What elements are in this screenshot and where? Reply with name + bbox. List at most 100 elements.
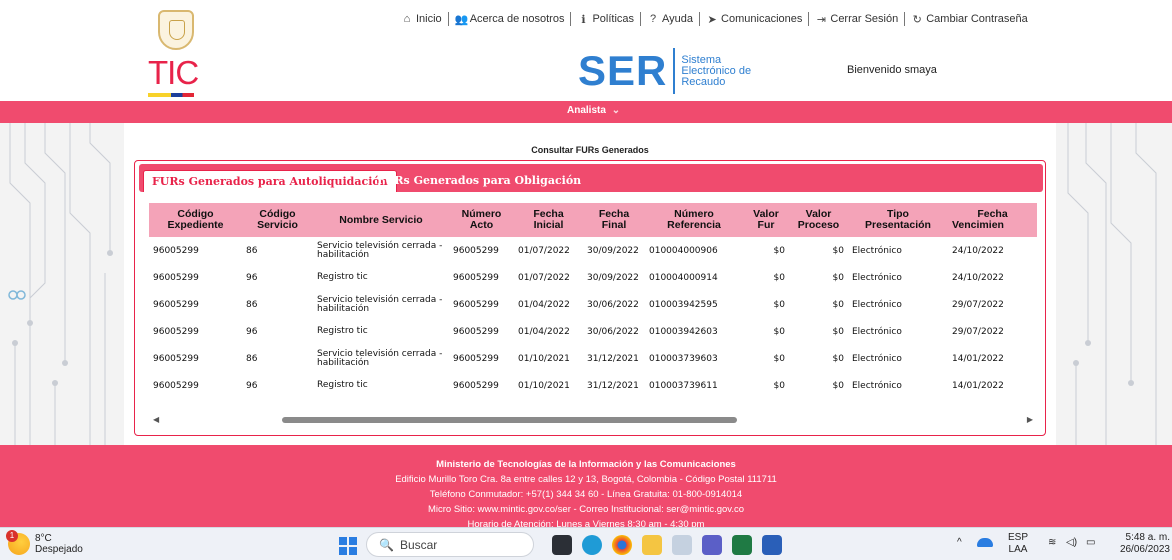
tray-overflow-icon[interactable]: ^ bbox=[957, 537, 962, 548]
horizontal-scrollbar[interactable]: ◀ ▶ bbox=[149, 414, 1037, 426]
col-fecha-inicial[interactable]: Fecha Inicial bbox=[514, 203, 583, 237]
table-cell: Electrónico bbox=[852, 272, 902, 283]
footer-microsite: Micro Sitio: www.mintic.gov.co/ser - Cor… bbox=[427, 504, 745, 515]
furs-table-scroll[interactable]: Código Expediente Código Servicio Nombre S… bbox=[149, 203, 1037, 413]
nav-ayuda[interactable]: ? Ayuda bbox=[641, 13, 699, 25]
table-cell: 96005299 bbox=[453, 380, 499, 391]
table-cell: 01/07/2022 bbox=[518, 245, 570, 256]
battery-icon[interactable]: ▭ bbox=[1086, 537, 1095, 548]
wifi-icon[interactable]: ≋ bbox=[1048, 537, 1056, 548]
table-cell: 01/07/2022 bbox=[518, 272, 570, 283]
tic-logo[interactable]: TIC bbox=[148, 10, 208, 97]
col-valor-proceso[interactable]: Valor Proceso bbox=[789, 203, 848, 237]
table-cell: 010003942595 bbox=[649, 299, 718, 310]
weather-desc: Despejado bbox=[35, 544, 83, 555]
table-cell: $0 bbox=[832, 326, 844, 337]
language-indicator[interactable]: ESP LAA bbox=[1008, 532, 1028, 556]
col-nombre-servicio[interactable]: Nombre Servicio bbox=[313, 203, 449, 237]
nav-acerca[interactable]: 👥 Acerca de nosotros bbox=[449, 13, 571, 26]
table-cell: $0 bbox=[832, 353, 844, 364]
table-cell: Electrónico bbox=[852, 245, 902, 256]
nav-cambiar-contrasena[interactable]: ↻ Cambiar Contraseña bbox=[905, 13, 1034, 26]
taskbar-search[interactable]: 🔍 Buscar bbox=[366, 532, 534, 557]
table-cell: 96005299 bbox=[153, 326, 199, 337]
cloud-icon[interactable] bbox=[977, 538, 993, 547]
home-icon: ⌂ bbox=[403, 13, 411, 25]
nav-cerrar-sesion[interactable]: ⇥ Cerrar Sesión bbox=[809, 13, 904, 26]
table-cell: 01/04/2022 bbox=[518, 326, 570, 337]
coat-of-arms-icon bbox=[158, 10, 194, 50]
table-row[interactable]: 96005299 96 Registro tic 96005299 01/10/2021… bbox=[149, 372, 1037, 399]
weather-widget[interactable]: 1 8°C Despejado bbox=[6, 530, 83, 555]
snipping-tool-icon[interactable] bbox=[672, 535, 692, 555]
col-tipo-presentacion[interactable]: Tipo Presentación bbox=[848, 203, 948, 237]
weather-temp: 8°C bbox=[35, 533, 52, 544]
edge-browser-icon[interactable] bbox=[582, 535, 602, 555]
teams-icon[interactable] bbox=[702, 535, 722, 555]
footer-address: Edificio Murillo Toro Cra. 8a entre call… bbox=[395, 474, 777, 485]
top-navigation: ⌂ Inicio 👥 Acerca de nosotros ℹ Políticas ?… bbox=[395, 10, 1034, 28]
table-cell: 010004000914 bbox=[649, 272, 718, 283]
table-cell: $0 bbox=[832, 299, 844, 310]
table-row[interactable]: 96005299 96 Registro tic 96005299 01/07/2022… bbox=[149, 264, 1037, 291]
logout-icon: ⇥ bbox=[816, 13, 826, 26]
col-codigo-expediente[interactable]: Código Expediente bbox=[149, 203, 242, 237]
scroll-right-icon[interactable]: ▶ bbox=[1027, 415, 1033, 424]
nav-politicas[interactable]: ℹ Políticas bbox=[571, 13, 640, 26]
table-cell: 30/06/2022 bbox=[587, 326, 639, 337]
col-valor-fur[interactable]: Valor Fur bbox=[743, 203, 789, 237]
tab-autoliquidacion[interactable]: FURs Generados para Autoliquidación bbox=[143, 170, 397, 192]
table-cell: 14/01/2022 bbox=[952, 380, 1004, 391]
tab-obligacion[interactable]: FURs Generados para Obligación bbox=[369, 170, 589, 192]
table-cell: 96005299 bbox=[453, 326, 499, 337]
table-cell: 96005299 bbox=[453, 272, 499, 283]
nav-inicio[interactable]: ⌂ Inicio bbox=[395, 13, 448, 25]
role-menu-analista[interactable]: Analista ⌄ bbox=[567, 105, 620, 116]
footer-phone: Teléfono Conmutador: +57(1) 344 34 60 - … bbox=[429, 489, 743, 500]
col-fecha-final[interactable]: Fecha Final bbox=[583, 203, 645, 237]
footer-hours: Horario de Atención: Lunes a Viernes 8:3… bbox=[467, 519, 705, 527]
col-numero-acto[interactable]: Número Acto bbox=[449, 203, 514, 237]
table-header-row: Código Expediente Código Servicio Nombre S… bbox=[149, 203, 1037, 237]
table-cell: $0 bbox=[773, 299, 785, 310]
scrollbar-thumb[interactable] bbox=[282, 417, 737, 423]
nav-comunicaciones[interactable]: ➤ Comunicaciones bbox=[700, 13, 808, 26]
volume-icon[interactable]: ◁) bbox=[1066, 537, 1077, 548]
site-footer: Ministerio de Tecnologías de la Informac… bbox=[0, 445, 1172, 527]
table-cell: Electrónico bbox=[852, 353, 902, 364]
table-row[interactable]: 96005299 86 Servicio televisión cerrada - … bbox=[149, 237, 1037, 264]
site-header: TIC ⌂ Inicio 👥 Acerca de nosotros ℹ Polític… bbox=[0, 0, 1172, 101]
col-numero-referencia[interactable]: Número Referencia bbox=[645, 203, 743, 237]
circuit-background-right bbox=[1056, 123, 1172, 445]
windows-start-icon[interactable] bbox=[339, 537, 357, 555]
table-cell: 96005299 bbox=[153, 299, 199, 310]
table-cell: 86 bbox=[246, 245, 258, 256]
main-content: Consultar FURs Generados FURs Generados … bbox=[124, 123, 1056, 445]
chrome-browser-icon[interactable] bbox=[612, 535, 632, 555]
ser-brand-logo: SER Sistema Electrónico de Recaudo bbox=[578, 48, 771, 94]
table-cell: 31/12/2021 bbox=[587, 380, 639, 391]
table-row[interactable]: 96005299 86 Servicio televisión cerrada - … bbox=[149, 291, 1037, 318]
clock[interactable]: 5:48 a. m. 26/06/2023 bbox=[1116, 532, 1170, 556]
tab-bar: FURs Generados para Autoliquidación FURs… bbox=[139, 164, 1043, 192]
circuit-pattern-icon bbox=[8, 123, 113, 445]
table-cell: 01/10/2021 bbox=[518, 353, 570, 364]
browser-page: TIC ⌂ Inicio 👥 Acerca de nosotros ℹ Polític… bbox=[0, 0, 1172, 560]
ser-logo-divider bbox=[673, 48, 676, 94]
furs-table: Código Expediente Código Servicio Nombre S… bbox=[149, 203, 1037, 399]
table-cell: 010003739603 bbox=[649, 353, 718, 364]
table-cell: $0 bbox=[832, 245, 844, 256]
info-icon: ℹ bbox=[581, 13, 586, 26]
excel-icon[interactable] bbox=[732, 535, 752, 555]
task-view-icon[interactable] bbox=[552, 535, 572, 555]
file-explorer-icon[interactable] bbox=[642, 535, 662, 555]
col-fecha-vencimiento[interactable]: Fecha Vencimien bbox=[948, 203, 1037, 237]
ser-logo-subtitle: Sistema Electrónico de Recaudo bbox=[681, 53, 752, 88]
word-icon[interactable] bbox=[762, 535, 782, 555]
scroll-left-icon[interactable]: ◀ bbox=[153, 415, 159, 424]
table-cell: Electrónico bbox=[852, 380, 902, 391]
flag-stripe bbox=[148, 93, 194, 97]
table-row[interactable]: 96005299 86 Servicio televisión cerrada - … bbox=[149, 345, 1037, 372]
col-codigo-servicio[interactable]: Código Servicio bbox=[242, 203, 313, 237]
table-row[interactable]: 96005299 96 Registro tic 96005299 01/04/2022… bbox=[149, 318, 1037, 345]
